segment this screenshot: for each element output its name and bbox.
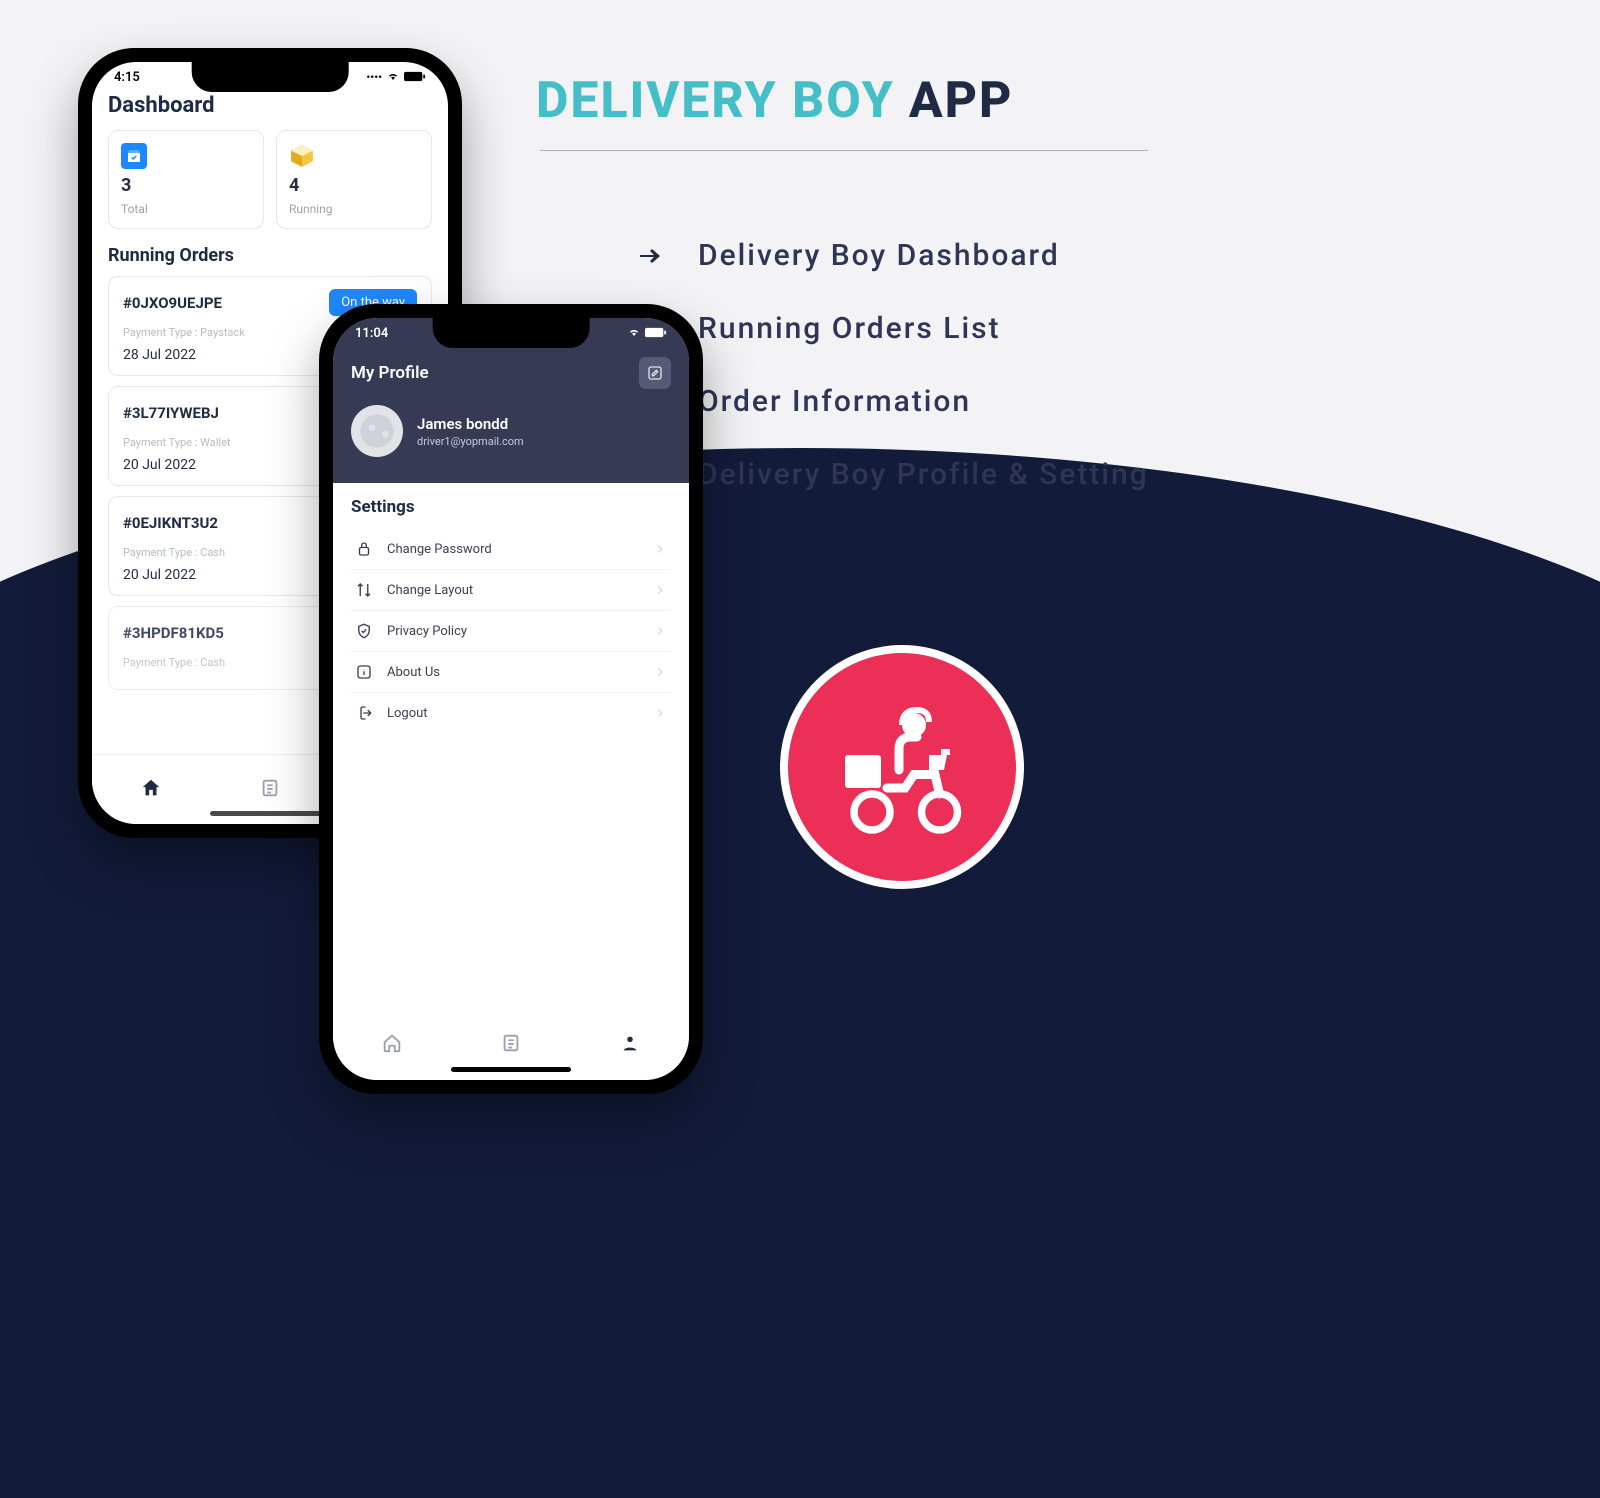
settings-item-label: About Us [387, 665, 440, 680]
wifi-icon [627, 326, 641, 341]
payment-type: Payment Type : Wallet [123, 436, 231, 449]
order-date: 20 Jul 2022 [123, 457, 196, 473]
feature-label: Delivery Boy Dashboard [698, 236, 1060, 275]
status-time: 11:04 [355, 326, 388, 341]
chevron-right-icon [653, 540, 667, 558]
settings-change-layout[interactable]: Change Layout [351, 570, 671, 611]
settings-title: Settings [351, 497, 671, 517]
delivery-badge [780, 645, 1024, 889]
headline: DELIVERY BOY APP [536, 72, 1013, 130]
settings-logout[interactable]: Logout [351, 693, 671, 733]
payment-type: Payment Type : Cash [123, 656, 225, 669]
profile-title: My Profile [351, 363, 429, 383]
chevron-right-icon [653, 581, 667, 599]
shield-icon [355, 622, 373, 640]
box-icon [289, 143, 315, 169]
edit-profile-button[interactable] [639, 357, 671, 389]
settings-change-password[interactable]: Change Password [351, 529, 671, 570]
stat-card-total[interactable]: 3 Total [108, 130, 264, 229]
headline-part1: DELIVERY BOY [536, 72, 895, 130]
stat-running-value: 4 [289, 175, 419, 196]
home-indicator [210, 811, 330, 816]
settings-item-label: Privacy Policy [387, 624, 467, 639]
headline-part2: APP [909, 72, 1014, 130]
status-icons [627, 326, 667, 341]
order-id: #0JXO9UEJPE [123, 294, 222, 312]
tab-home[interactable] [381, 1032, 403, 1058]
tab-profile[interactable] [619, 1032, 641, 1058]
feature-item: Running Orders List [638, 309, 1149, 348]
feature-label: Running Orders List [698, 309, 1001, 348]
delivery-scooter-icon [827, 692, 977, 842]
info-icon [355, 663, 373, 681]
order-id: #3HPDF81KD5 [123, 624, 224, 642]
box-check-icon [121, 143, 147, 169]
feature-item: Delivery Boy Dashboard [638, 236, 1149, 275]
settings-privacy-policy[interactable]: Privacy Policy [351, 611, 671, 652]
home-indicator [451, 1067, 571, 1072]
order-id: #3L77IYWEBJ [123, 404, 219, 422]
order-date: 28 Jul 2022 [123, 347, 196, 363]
feature-list: Delivery Boy Dashboard Running Orders Li… [638, 236, 1149, 494]
settings-item-label: Change Layout [387, 583, 473, 598]
status-time: 4:15 [114, 70, 140, 85]
arrow-right-icon [638, 244, 662, 268]
battery-icon [645, 327, 667, 341]
dashboard-title: Dashboard [108, 93, 432, 118]
stat-running-label: Running [289, 202, 419, 216]
phone-profile: 11:04 My Profile James bondd driver1@yop… [319, 304, 703, 1094]
battery-icon [404, 71, 426, 85]
payment-type: Payment Type : Paystack [123, 326, 245, 339]
phone-notch [433, 318, 590, 348]
logout-icon [355, 704, 373, 722]
user-email: driver1@yopmail.com [417, 435, 524, 448]
user-name: James bondd [417, 415, 524, 433]
feature-item: Delivery Boy Profile & Setting [638, 455, 1149, 494]
stat-total-label: Total [121, 202, 251, 216]
wifi-icon [386, 70, 400, 85]
settings-item-label: Logout [387, 706, 428, 721]
tab-orders[interactable] [500, 1032, 522, 1058]
stat-total-value: 3 [121, 175, 251, 196]
settings-item-label: Change Password [387, 542, 492, 557]
tab-home[interactable] [140, 777, 162, 803]
running-orders-title: Running Orders [108, 245, 432, 266]
feature-label: Order Information [698, 382, 971, 421]
status-icons: •••• [366, 70, 426, 85]
chevron-right-icon [653, 704, 667, 722]
settings-about-us[interactable]: About Us [351, 652, 671, 693]
phone-notch [192, 62, 349, 92]
tab-orders[interactable] [259, 777, 281, 803]
layout-icon [355, 581, 373, 599]
chevron-right-icon [653, 663, 667, 681]
feature-label: Delivery Boy Profile & Setting [698, 455, 1149, 494]
order-date: 20 Jul 2022 [123, 567, 196, 583]
avatar [351, 405, 403, 457]
lock-icon [355, 540, 373, 558]
feature-item: Order Information [638, 382, 1149, 421]
payment-type: Payment Type : Cash [123, 546, 225, 559]
signal-icon: •••• [366, 71, 382, 84]
order-id: #0EJIKNT3U2 [123, 514, 218, 532]
chevron-right-icon [653, 622, 667, 640]
stat-card-running[interactable]: 4 Running [276, 130, 432, 229]
headline-divider [540, 150, 1148, 151]
